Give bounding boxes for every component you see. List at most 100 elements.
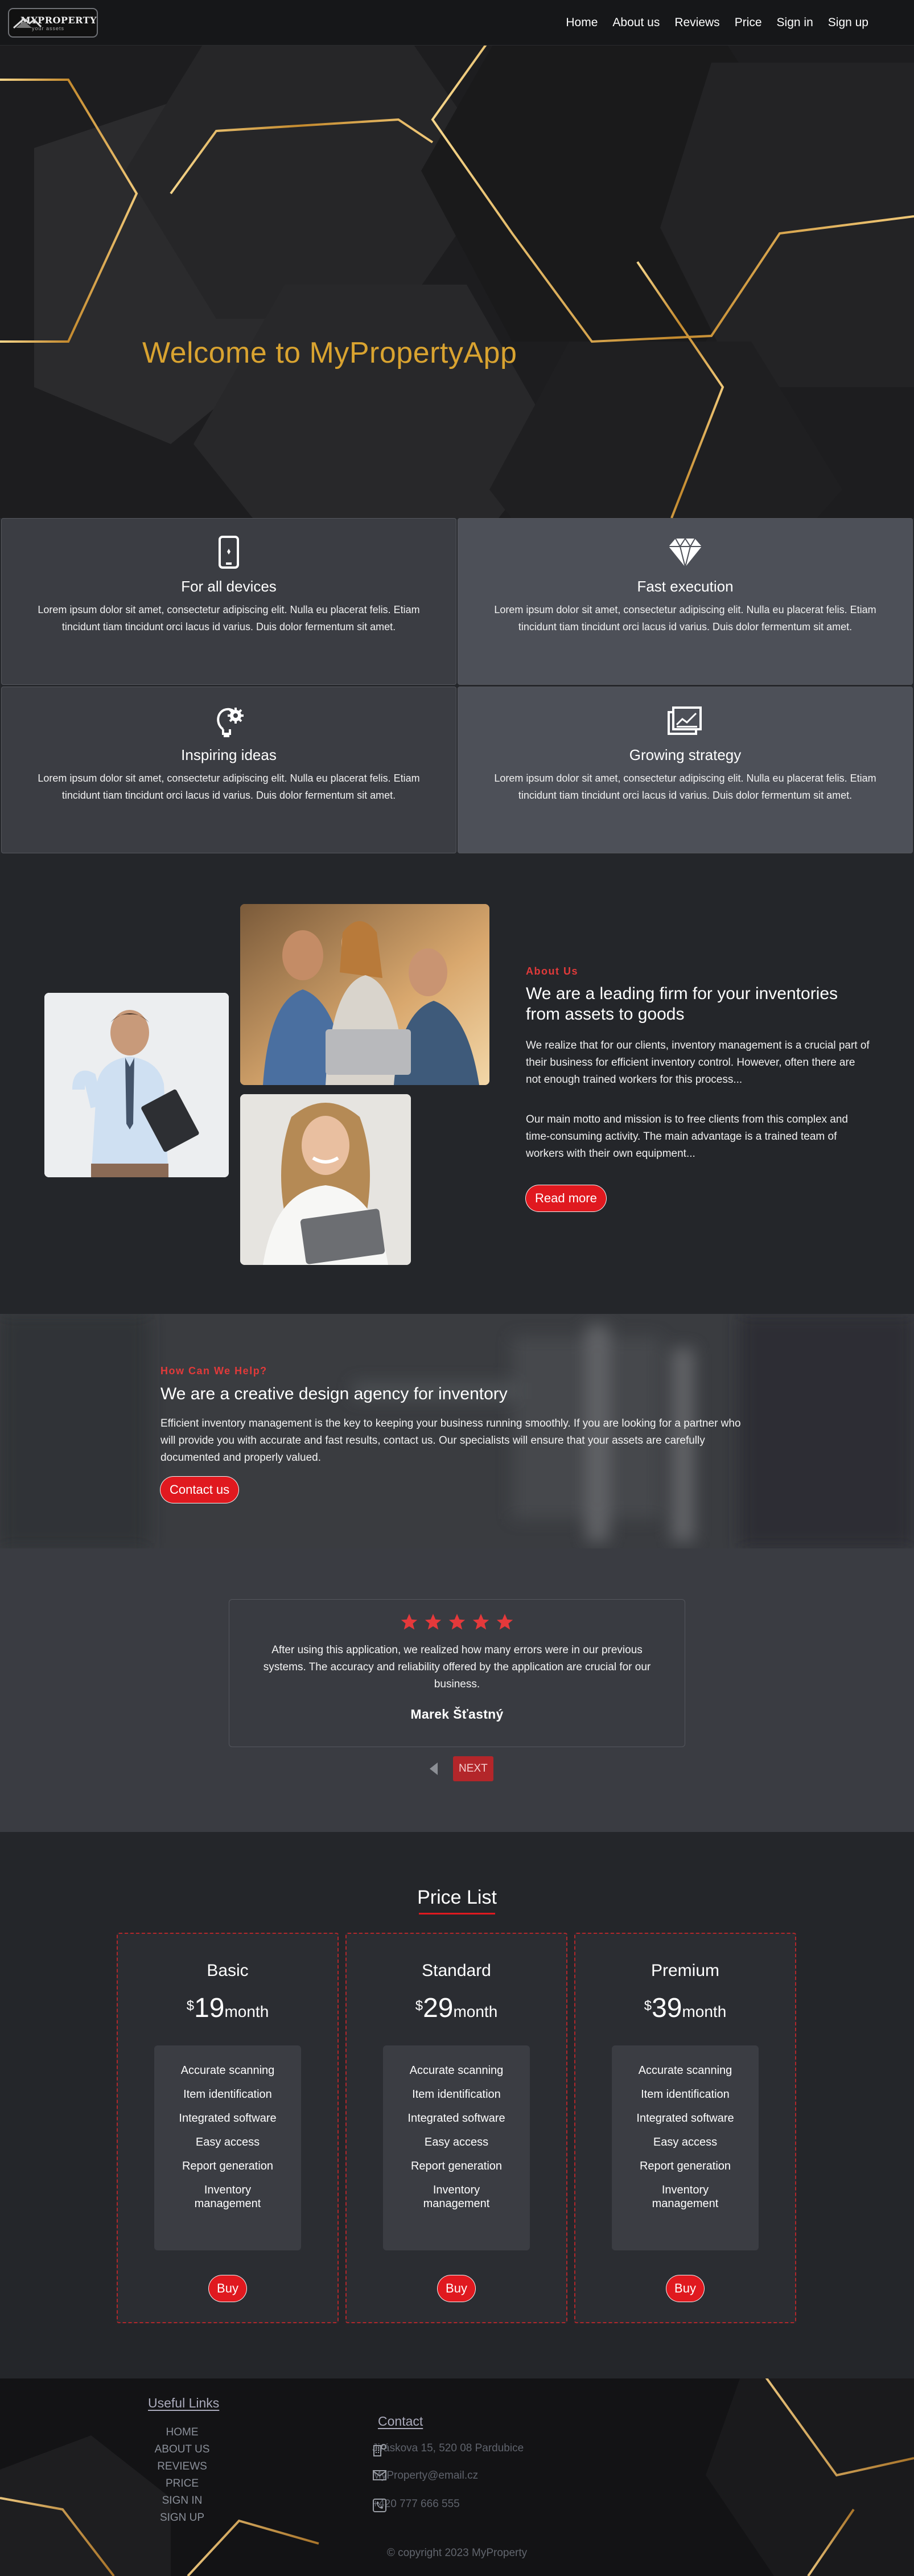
feature-title: Inspiring ideas: [181, 746, 277, 763]
footer-link-home[interactable]: HOME: [137, 2424, 228, 2441]
next-button[interactable]: NEXT: [453, 1756, 493, 1781]
nav-link-reviews[interactable]: Reviews: [674, 16, 719, 30]
star-icon: [472, 1613, 489, 1630]
price-card-premium: Premium $39month Accurate scanning Item …: [574, 1933, 796, 2323]
contact-email: MyProperty@email.cz: [372, 2470, 478, 2482]
star-icon: [401, 1613, 418, 1630]
feature-item: Accurate scanning: [638, 2064, 732, 2077]
email-text[interactable]: MyProperty@email.cz: [372, 2470, 478, 2482]
star-icon: [448, 1613, 466, 1630]
feature-card: Fast execution Lorem ipsum dolor sit ame…: [458, 518, 913, 685]
pricing-title: Price List: [417, 1887, 497, 1908]
feature-text: Lorem ipsum dolor sit amet, consectetur …: [494, 604, 876, 632]
price-amount: 39: [652, 1993, 682, 2023]
feature-card: For all devices Lorem ipsum dolor sit am…: [1, 518, 456, 685]
section-label: How Can We Help?: [160, 1365, 267, 1377]
feature-card: Growing strategy Lorem ipsum dolor sit a…: [458, 687, 913, 853]
address-text: Jiráskova 15, 520 08 Pardubice: [372, 2442, 524, 2454]
feature-item: Report generation: [182, 2160, 274, 2172]
plan-name: Standard: [422, 1961, 491, 1980]
nav-link-signup[interactable]: Sign up: [828, 16, 868, 30]
plan-features: Accurate scanning Item identification In…: [612, 2045, 759, 2250]
previous-button[interactable]: [423, 1759, 444, 1779]
price-period: month: [453, 2003, 498, 2020]
feature-item: Integrated software: [407, 2112, 505, 2125]
businessman-photo: [44, 993, 229, 1177]
testimonial-section: After using this application, we realize…: [0, 1548, 914, 1832]
feature-item: Item identification: [641, 2088, 730, 2101]
testimonial-text: After using this application, we realize…: [263, 1644, 651, 1690]
chart-documents-icon: [458, 703, 912, 738]
price-amount: 19: [194, 1993, 225, 2023]
footer-links: HOME ABOUT US REVIEWS PRICE SIGN IN SIGN…: [137, 2424, 228, 2526]
section-title: We are a leading firm for your inventori…: [526, 984, 838, 1024]
top-navbar: MYPROPERTY your assets Home About us Rev…: [0, 0, 914, 46]
feature-item: Accurate scanning: [409, 2064, 504, 2077]
feature-text: Lorem ipsum dolor sit amet, consectetur …: [494, 773, 876, 801]
price-period: month: [224, 2003, 269, 2020]
price-period: month: [682, 2003, 727, 2020]
contact-address: Jiráskova 15, 520 08 Pardubice: [372, 2442, 524, 2456]
footer-link-price[interactable]: PRICE: [137, 2475, 228, 2492]
currency-symbol: $: [644, 1998, 652, 2014]
envelope-icon: [373, 2470, 386, 2480]
hero-title: Welcome to MyPropertyApp: [142, 336, 517, 369]
feature-item: Integrated software: [179, 2112, 277, 2125]
nav-link-home[interactable]: Home: [566, 16, 598, 30]
about-paragraph: Our main motto and mission is to free cl…: [526, 1114, 849, 1160]
feature-title: For all devices: [181, 578, 277, 595]
footer-link-signin[interactable]: SIGN IN: [137, 2492, 228, 2509]
hexagon-background: [0, 46, 914, 518]
nav-links: Home About us Reviews Price Sign in Sign…: [566, 16, 868, 30]
star-icon: [425, 1613, 442, 1630]
feature-item: Easy access: [195, 2136, 260, 2148]
lightbulb-gear-icon: [2, 703, 456, 738]
nav-link-signin[interactable]: Sign in: [777, 16, 813, 30]
diamond-icon: [458, 535, 912, 570]
brand-logo[interactable]: MYPROPERTY your assets: [8, 8, 98, 38]
price-card-basic: Basic $19month Accurate scanning Item id…: [117, 1933, 339, 2323]
plan-features: Accurate scanning Item identification In…: [154, 2045, 301, 2250]
currency-symbol: $: [186, 1998, 195, 2014]
feature-item: Easy access: [653, 2136, 718, 2148]
help-section: How Can We Help? We are a creative desig…: [0, 1314, 914, 1548]
plan-price: $39month: [575, 1994, 795, 2026]
feature-item: Item identification: [183, 2088, 272, 2101]
smartphone-icon: [2, 535, 456, 570]
feature-item: Easy access: [424, 2136, 489, 2148]
pricing-section: Price List Basic $19month Accurate scann…: [0, 1832, 914, 2378]
feature-title: Growing strategy: [629, 746, 742, 763]
read-more-button[interactable]: Read more: [526, 1185, 606, 1211]
features-section: For all devices Lorem ipsum dolor sit am…: [0, 518, 914, 854]
footer-link-about[interactable]: ABOUT US: [137, 2441, 228, 2458]
footer: Useful Links HOME ABOUT US REVIEWS PRICE…: [0, 2378, 914, 2576]
price-card-standard: Standard $29month Accurate scanning Item…: [345, 1933, 567, 2323]
nav-link-about[interactable]: About us: [612, 16, 660, 30]
feature-text: Lorem ipsum dolor sit amet, consectetur …: [38, 773, 420, 801]
woman-with-laptop-photo: [240, 1094, 411, 1265]
feature-text: Lorem ipsum dolor sit amet, consectetur …: [38, 604, 420, 632]
chevron-left-icon: [430, 1762, 438, 1775]
phone-icon: [373, 2499, 386, 2512]
feature-title: Fast execution: [637, 578, 734, 595]
building-location-icon: [373, 2444, 386, 2456]
plan-price: $19month: [118, 1994, 337, 2026]
buy-button[interactable]: Buy: [666, 2275, 704, 2302]
contact-title: Contact: [378, 2414, 423, 2429]
buy-button[interactable]: Buy: [209, 2275, 246, 2302]
contact-phone: +420 777 666 555: [372, 2498, 460, 2512]
feature-item: Accurate scanning: [180, 2064, 275, 2077]
feature-item: Inventory management: [423, 2184, 490, 2210]
star-rating: [229, 1612, 685, 1632]
buy-button[interactable]: Buy: [438, 2275, 475, 2302]
currency-symbol: $: [415, 1998, 423, 2014]
contact-us-button[interactable]: Contact us: [160, 1477, 239, 1503]
section-title: We are a creative design agency for inve…: [160, 1384, 508, 1403]
feature-card: Inspiring ideas Lorem ipsum dolor sit am…: [1, 687, 456, 853]
feature-item: Report generation: [639, 2160, 731, 2172]
nav-link-price[interactable]: Price: [735, 16, 762, 30]
plan-features: Accurate scanning Item identification In…: [383, 2045, 530, 2250]
footer-link-reviews[interactable]: REVIEWS: [137, 2458, 228, 2475]
team-meeting-photo: [240, 904, 489, 1085]
footer-link-signup[interactable]: SIGN UP: [137, 2509, 228, 2526]
